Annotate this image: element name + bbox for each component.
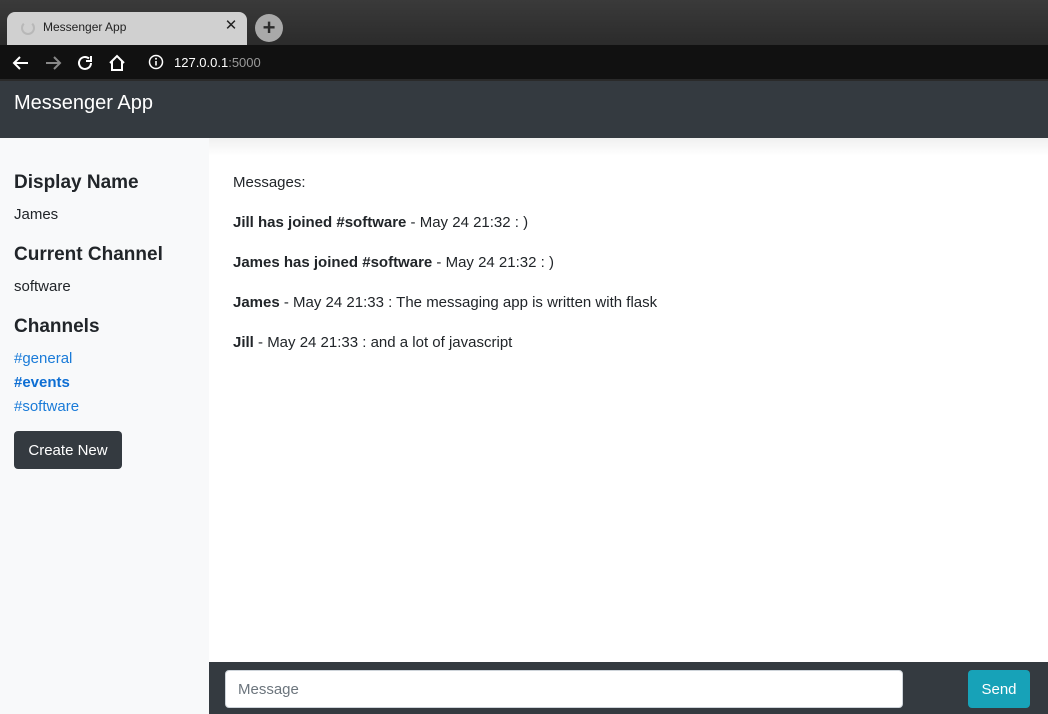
message-item: James has joined #software - May 24 21:3… <box>233 254 554 271</box>
close-icon[interactable]: ✕ <box>223 18 239 34</box>
sidebar: Display Name James Current Channel softw… <box>0 138 209 714</box>
send-button[interactable]: Send <box>968 670 1030 708</box>
message-meta: - May 24 21:32 : ) <box>406 214 529 231</box>
message-sender: Jill <box>233 334 254 351</box>
new-tab-icon[interactable]: + <box>255 14 283 42</box>
message-input[interactable] <box>225 670 903 708</box>
reload-icon[interactable] <box>73 51 97 75</box>
display-name-heading: Display Name <box>14 172 139 193</box>
navbar-shadow <box>209 138 1048 156</box>
message-meta: - May 24 21:32 : ) <box>432 254 554 271</box>
browser-tab[interactable]: Messenger App ✕ <box>7 12 247 45</box>
message-item: James - May 24 21:33 : The messaging app… <box>233 294 657 311</box>
channel-link-events[interactable]: #events <box>14 374 70 391</box>
home-icon[interactable] <box>105 51 129 75</box>
message-item: Jill has joined #software - May 24 21:32… <box>233 214 528 231</box>
message-meta: - May 24 21:33 : The messaging app is wr… <box>279 294 658 311</box>
channel-link-general[interactable]: #general <box>14 350 72 367</box>
address-port: :5000 <box>228 55 261 70</box>
create-channel-button[interactable]: Create New <box>14 431 122 469</box>
channels-heading: Channels <box>14 316 100 337</box>
display-name-value: James <box>14 206 59 223</box>
back-arrow-icon[interactable] <box>9 51 33 75</box>
messages-panel: Messages: Jill has joined #software - Ma… <box>209 138 1048 662</box>
browser-tab-title: Messenger App <box>43 20 127 34</box>
message-sender: Jill has joined #software <box>233 214 407 231</box>
messages-label: Messages: <box>233 174 306 191</box>
current-channel-value: software <box>14 278 71 295</box>
app-brand[interactable]: Messenger App <box>14 92 153 115</box>
browser-toolbar: 127.0.0.1:5000 <box>0 45 1048 81</box>
loading-icon <box>21 21 35 35</box>
message-meta: - May 24 21:33 : and a lot of javascript <box>253 334 513 351</box>
channel-link-software[interactable]: #software <box>14 398 79 415</box>
message-item: Jill - May 24 21:33 : and a lot of javas… <box>233 334 512 351</box>
address-host: 127.0.0.1 <box>174 55 229 70</box>
message-sender: James has joined #software <box>233 254 433 271</box>
message-sender: James <box>233 294 280 311</box>
message-composer: Send <box>209 662 1048 714</box>
address-bar[interactable]: 127.0.0.1:5000 <box>174 55 261 70</box>
forward-arrow-icon[interactable] <box>41 51 65 75</box>
app-navbar: Messenger App <box>0 81 1048 138</box>
info-icon[interactable] <box>148 54 164 75</box>
current-channel-heading: Current Channel <box>14 244 163 265</box>
browser-tabstrip: Messenger App ✕ + <box>0 0 1048 45</box>
